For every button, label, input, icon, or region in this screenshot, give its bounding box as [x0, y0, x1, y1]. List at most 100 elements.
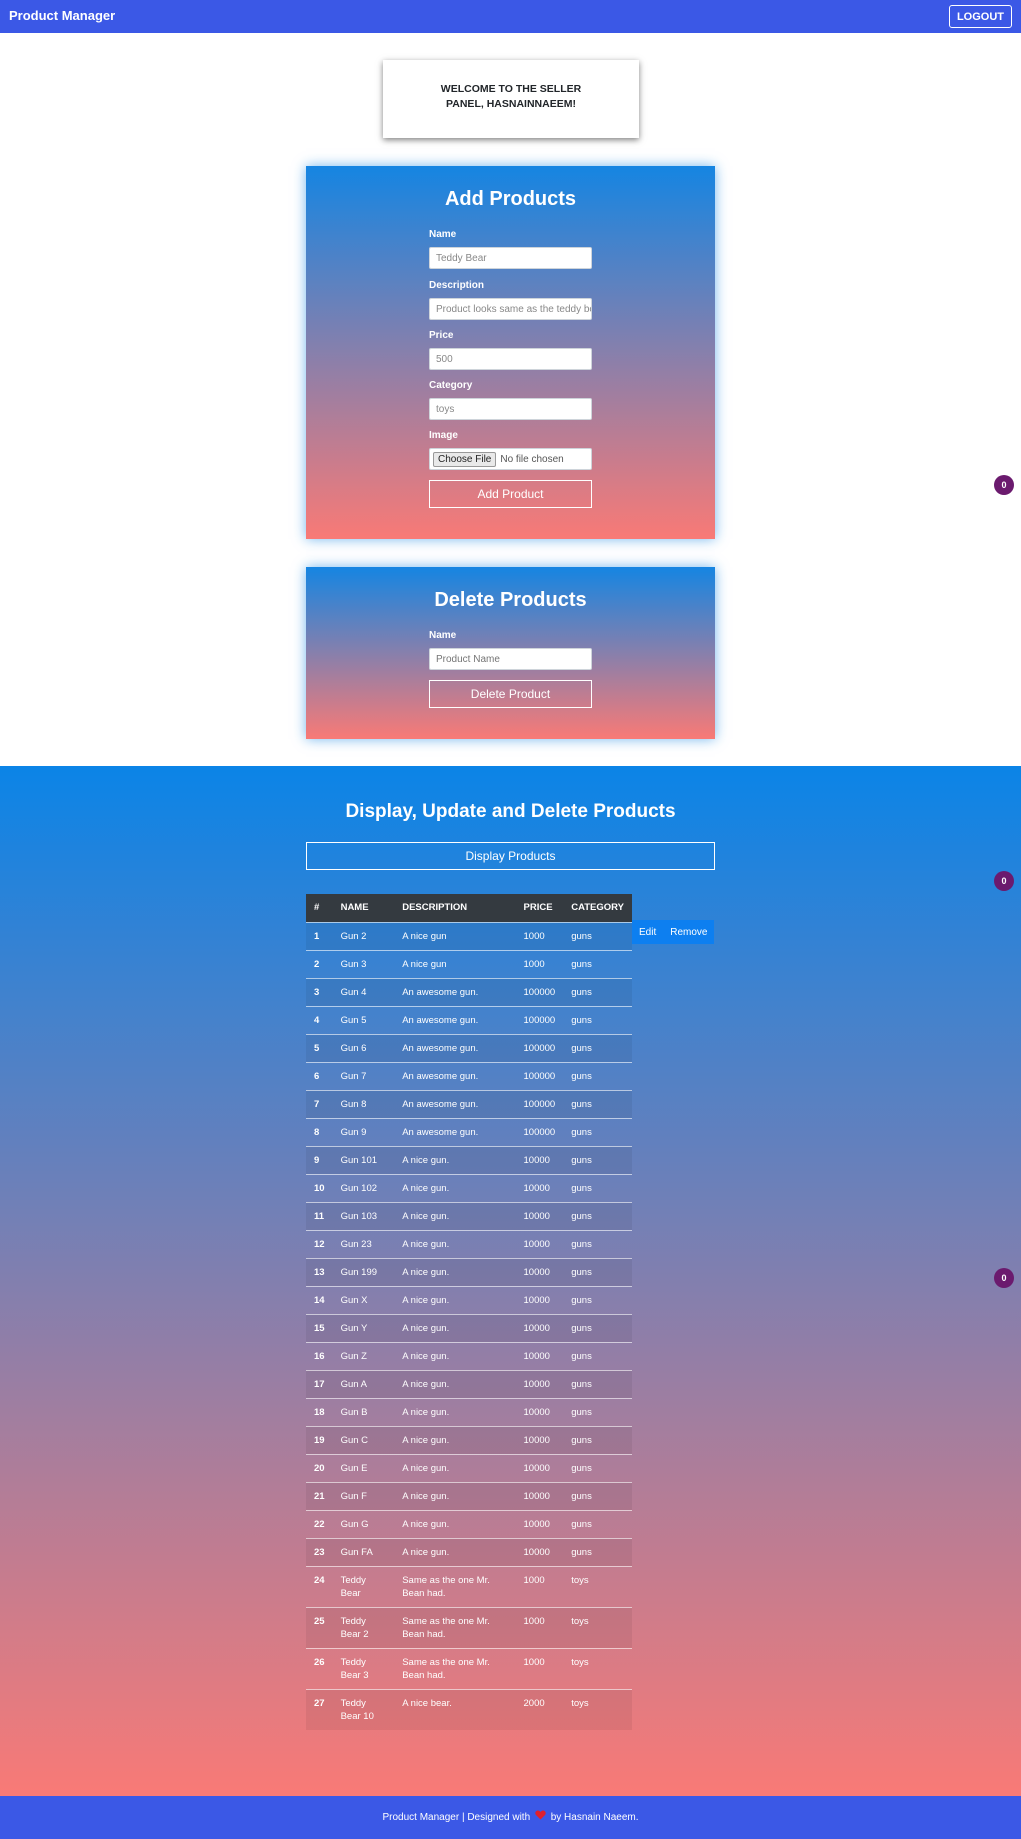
table-row: 24 Teddy Bear Same as the one Mr. Bean had…	[306, 1565, 632, 1607]
cell-description: An awesome gun.	[394, 1033, 516, 1062]
cell-name: Gun 4	[332, 977, 395, 1006]
cell-category: toys	[563, 1688, 632, 1730]
cell-category: guns	[563, 1341, 632, 1370]
cell-category: guns	[563, 921, 632, 950]
cart-badge[interactable]: 0	[994, 871, 1014, 891]
cell-name: Gun F	[332, 1481, 395, 1510]
cell-description: A nice gun.	[394, 1257, 516, 1286]
table-row: 10 Gun 102 A nice gun. 10000 guns	[306, 1173, 632, 1202]
table-row: 12 Gun 23 A nice gun. 10000 guns	[306, 1229, 632, 1258]
remove-button[interactable]: Remove	[663, 920, 715, 944]
cell-name: Gun 7	[332, 1061, 395, 1090]
cell-name: Gun B	[332, 1397, 395, 1426]
cell-category: toys	[563, 1565, 632, 1607]
cell-name: Gun Y	[332, 1313, 395, 1342]
cell-description: An awesome gun.	[394, 1005, 516, 1034]
choose-file-button[interactable]: Choose File	[433, 452, 497, 467]
image-label: Image	[429, 430, 458, 441]
delete-name-input[interactable]	[429, 648, 592, 670]
cell-name: Gun 2	[332, 921, 395, 950]
edit-button[interactable]: Edit	[632, 920, 664, 944]
cell-number: 24	[306, 1565, 333, 1607]
cell-number: 14	[306, 1285, 333, 1314]
cell-name: Gun 102	[332, 1173, 395, 1202]
cell-description: A nice gun.	[394, 1537, 516, 1566]
col-name: Name	[332, 894, 395, 922]
cell-price: 1000	[515, 1565, 564, 1607]
price-label: Price	[429, 330, 454, 341]
add-products-card: Add Products Name Teddy Bear Description…	[306, 166, 715, 539]
category-input[interactable]: toys	[429, 398, 592, 420]
cell-price: 10000	[515, 1537, 564, 1566]
cell-number: 4	[306, 1005, 333, 1034]
cell-number: 21	[306, 1481, 333, 1510]
add-product-button[interactable]: Add Product	[429, 480, 592, 508]
cell-description: An awesome gun.	[394, 1089, 516, 1118]
table-row: 7 Gun 8 An awesome gun. 100000 guns	[306, 1089, 632, 1118]
brand[interactable]: Product Manager	[9, 8, 115, 23]
cell-price: 1000	[515, 1606, 564, 1648]
cell-number: 2	[306, 949, 333, 978]
cell-name: Teddy Bear 2	[332, 1606, 395, 1648]
cell-number: 22	[306, 1509, 333, 1538]
cell-number: 11	[306, 1201, 333, 1230]
cell-price: 10000	[515, 1313, 564, 1342]
category-label: Category	[429, 380, 473, 391]
description-label: Description	[429, 280, 485, 291]
cell-price: 100000	[515, 1117, 564, 1146]
delete-product-button[interactable]: Delete Product	[429, 680, 592, 708]
cell-description: A nice gun.	[394, 1201, 516, 1230]
table-row: 15 Gun YA nice gun. 10000 guns	[306, 1313, 632, 1342]
cart-badge[interactable]: 0	[994, 1268, 1014, 1288]
cell-price: 10000	[515, 1201, 564, 1230]
cell-number: 23	[306, 1537, 333, 1566]
table-row: 2 Gun 3A nice gun 1000 guns	[306, 949, 632, 978]
name-input[interactable]: Teddy Bear	[429, 247, 592, 269]
image-file-input[interactable]: Choose File No file chosen	[429, 448, 592, 470]
cell-category: guns	[563, 1117, 632, 1146]
cell-price: 10000	[515, 1397, 564, 1426]
table-row: 26 Teddy Bear 3 Same as the one Mr. Bean h…	[306, 1647, 632, 1689]
cell-category: guns	[563, 1369, 632, 1398]
table-row: 14 Gun XA nice gun. 10000 guns	[306, 1285, 632, 1314]
cell-category: guns	[563, 1537, 632, 1566]
cell-category: guns	[563, 1201, 632, 1230]
logout-button[interactable]: LOGOUT	[948, 5, 1012, 28]
display-section: Display, Update and Delete Products Disp…	[0, 766, 1021, 1796]
cell-category: guns	[563, 1145, 632, 1174]
cell-price: 10000	[515, 1509, 564, 1538]
cell-number: 1	[306, 921, 333, 950]
cell-description: Same as the one Mr. Bean had.	[394, 1606, 516, 1648]
cell-number: 8	[306, 1117, 333, 1146]
name-label: Name	[429, 229, 457, 240]
price-input[interactable]: 500	[429, 348, 592, 370]
cell-number: 12	[306, 1229, 333, 1258]
row-actions: Edit Remove	[632, 920, 715, 944]
cell-number: 13	[306, 1257, 333, 1286]
cell-description: A nice gun.	[394, 1397, 516, 1426]
cell-description: Same as the one Mr. Bean had.	[394, 1565, 516, 1607]
welcome-box: WELCOME TO THE SELLER PANEL, HASNAINNAEE…	[383, 60, 639, 138]
cell-name: Gun 9	[332, 1117, 395, 1146]
display-products-button[interactable]: Display Products	[306, 842, 715, 870]
table-row: 17 Gun AA nice gun. 10000 guns	[306, 1369, 632, 1398]
cell-category: guns	[563, 1229, 632, 1258]
cell-name: Teddy Bear	[332, 1565, 395, 1607]
cell-category: guns	[563, 1425, 632, 1454]
cell-description: A nice gun.	[394, 1341, 516, 1370]
footer-text-before: Product Manager | Designed with	[382, 1812, 531, 1824]
cell-category: guns	[563, 1033, 632, 1062]
cell-price: 10000	[515, 1229, 564, 1258]
cell-price: 1000	[515, 921, 564, 950]
description-input[interactable]: Product looks same as the teddy bear	[429, 298, 592, 320]
cell-price: 10000	[515, 1285, 564, 1314]
cell-category: guns	[563, 1509, 632, 1538]
cell-category: guns	[563, 1005, 632, 1034]
cell-description: A nice gun	[394, 949, 516, 978]
cell-name: Teddy Bear 10	[332, 1688, 395, 1730]
cell-price: 100000	[515, 1089, 564, 1118]
cell-price: 10000	[515, 1257, 564, 1286]
cart-badge[interactable]: 0	[994, 475, 1014, 495]
cell-number: 3	[306, 977, 333, 1006]
cell-name: Gun X	[332, 1285, 395, 1314]
